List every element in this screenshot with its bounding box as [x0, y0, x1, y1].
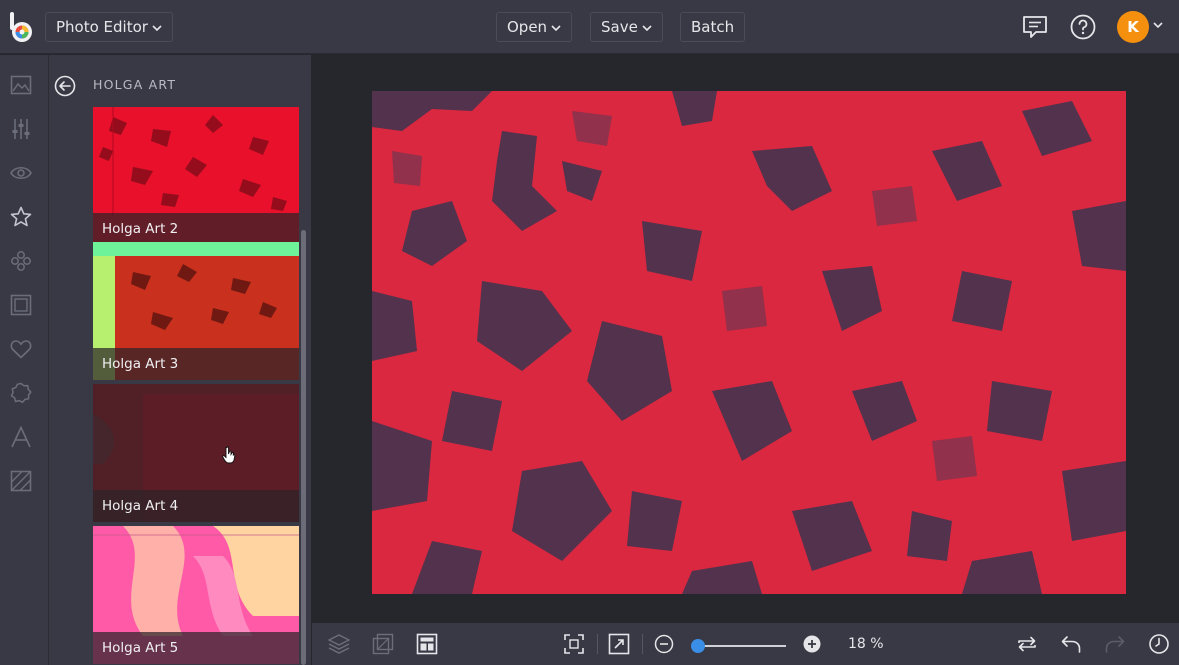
bottom-toolbar: 18 % — [312, 623, 1179, 665]
layers-icon[interactable] — [328, 633, 350, 655]
effects-panel: HOLGA ART Holga Art 2 Holga Art 3 Holga … — [49, 55, 311, 665]
image-icon[interactable] — [10, 74, 32, 96]
star-icon[interactable] — [10, 206, 32, 228]
effect-label: Holga Art 5 — [93, 632, 299, 664]
open-menu-button[interactable]: Open — [496, 12, 573, 42]
chevron-down-icon[interactable] — [1153, 22, 1163, 28]
zoom-slider[interactable] — [691, 639, 786, 653]
hand-cursor-icon — [222, 446, 236, 464]
effect-label: Holga Art 2 — [93, 213, 299, 245]
history-icon[interactable] — [1148, 633, 1170, 655]
chat-icon[interactable] — [1021, 13, 1049, 41]
heart-icon[interactable] — [10, 338, 32, 360]
back-arrow-icon[interactable] — [54, 75, 76, 97]
open-label: Open — [507, 18, 548, 36]
layout-icon[interactable] — [416, 633, 438, 655]
top-bar: Photo Editor Open Save Batch K — [0, 0, 1179, 54]
canvas-area — [312, 55, 1179, 623]
chevron-down-icon — [551, 13, 561, 41]
tool-rail — [0, 55, 49, 665]
effect-thumbnail[interactable]: Holga Art 3 — [93, 242, 299, 380]
text-icon[interactable] — [10, 426, 32, 448]
effect-thumbnail[interactable]: Holga Art 2 — [93, 107, 299, 245]
chevron-down-icon — [642, 13, 652, 41]
effect-label: Holga Art 3 — [93, 348, 299, 380]
compare-icon[interactable] — [1016, 633, 1038, 655]
zoom-slider-handle[interactable] — [691, 639, 705, 653]
photo-editor-label: Photo Editor — [56, 18, 148, 36]
save-menu-button[interactable]: Save — [590, 12, 663, 42]
effect-thumbnail[interactable]: Holga Art 4 — [93, 384, 299, 522]
sliders-icon[interactable] — [10, 118, 32, 140]
effect-thumbnail[interactable]: Holga Art 5 — [93, 526, 299, 664]
zoom-in-icon[interactable] — [801, 633, 823, 655]
overlays-icon[interactable] — [10, 250, 32, 272]
zoom-percentage: 18 % — [848, 636, 884, 652]
transparency-grid-icon[interactable] — [372, 633, 394, 655]
chevron-down-icon — [152, 13, 162, 41]
panel-title: HOLGA ART — [93, 77, 177, 92]
photo-image — [372, 91, 1126, 594]
save-label: Save — [601, 18, 638, 36]
edited-photo[interactable] — [372, 91, 1126, 594]
eye-icon[interactable] — [10, 162, 32, 184]
texture-icon[interactable] — [10, 470, 32, 492]
fit-to-screen-icon[interactable] — [563, 633, 585, 655]
user-avatar[interactable]: K — [1117, 11, 1149, 43]
effect-label: Holga Art 4 — [93, 490, 299, 522]
batch-label: Batch — [691, 18, 735, 36]
toolbar-divider — [642, 634, 643, 654]
panel-scrollbar[interactable] — [301, 230, 306, 665]
zoom-out-icon[interactable] — [653, 633, 675, 655]
frame-icon[interactable] — [10, 294, 32, 316]
batch-button[interactable]: Batch — [680, 12, 746, 42]
befunky-logo-icon[interactable] — [8, 12, 36, 44]
actual-size-icon[interactable] — [608, 633, 630, 655]
help-icon[interactable] — [1069, 13, 1097, 41]
badge-icon[interactable] — [10, 382, 32, 404]
photo-editor-menu-button[interactable]: Photo Editor — [45, 12, 173, 42]
toolbar-divider — [597, 634, 598, 654]
redo-icon[interactable] — [1104, 633, 1126, 655]
undo-icon[interactable] — [1060, 633, 1082, 655]
